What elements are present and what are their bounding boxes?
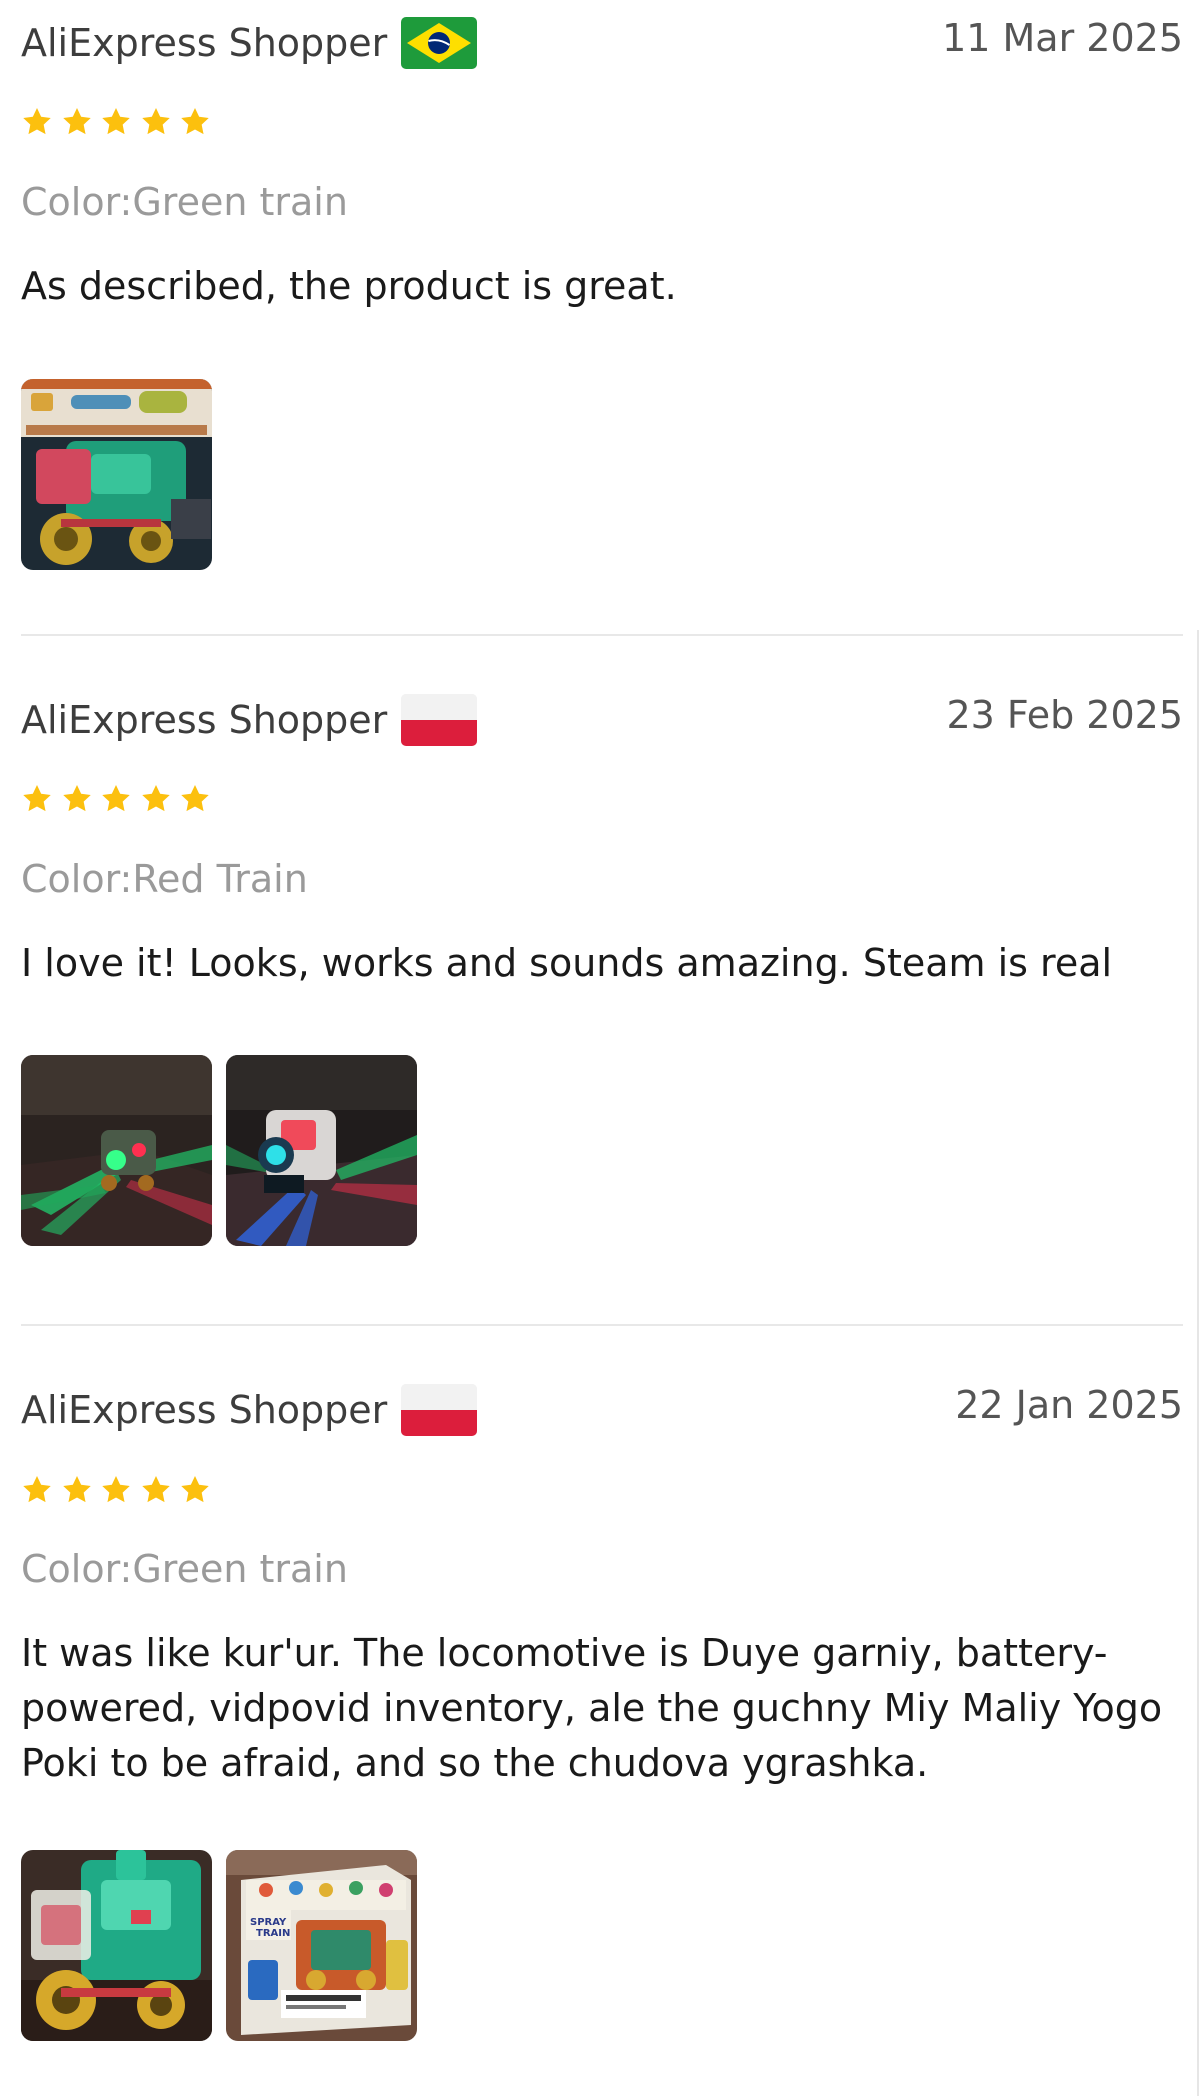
review-photo[interactable]: [226, 1055, 417, 1246]
review-divider: [21, 634, 1183, 636]
review-divider: [21, 1324, 1183, 1326]
review-text: I love it! Looks, works and sounds amazi…: [21, 941, 1113, 985]
star-rating: [21, 106, 219, 138]
review-photo[interactable]: [21, 1055, 212, 1246]
scrollbar-track[interactable]: [1197, 630, 1199, 2096]
reviewer-info: AliExpress Shopper: [21, 17, 478, 69]
review-photo[interactable]: [21, 379, 212, 570]
reviewer-info: AliExpress Shopper: [21, 1384, 478, 1436]
sku-info: Color:Red Train: [21, 857, 308, 901]
review-date: 22 Jan 2025: [955, 1383, 1183, 1427]
star-icon: [23, 108, 51, 135]
star-icon: [141, 1476, 170, 1503]
brazil-flag-icon: [401, 17, 478, 69]
star-icon: [102, 1476, 130, 1503]
review-photos: [21, 1055, 431, 1246]
review-text: It was like kur'ur. The locomotive is Du…: [21, 1631, 1163, 1785]
star-icon: [102, 785, 130, 812]
review-photos: SPRAY TRAIN: [21, 1850, 431, 2041]
reviewer-info: AliExpress Shopper: [21, 694, 478, 746]
poland-flag-icon: [401, 1384, 478, 1436]
svg-text:TRAIN: TRAIN: [256, 1928, 290, 1939]
sku-info: Color:Green train: [21, 180, 348, 224]
review-photos: [21, 379, 226, 570]
star-rating: [21, 1474, 219, 1506]
svg-text:SPRAY: SPRAY: [250, 1917, 287, 1928]
star-icon: [181, 785, 209, 812]
star-icon: [181, 1476, 209, 1503]
star-icon: [62, 785, 91, 812]
review-photo[interactable]: SPRAY TRAIN: [226, 1850, 417, 2041]
star-icon: [23, 785, 51, 812]
reviewer-name: AliExpress Shopper: [21, 21, 388, 65]
star-icon: [181, 108, 209, 135]
star-icon: [62, 1476, 91, 1503]
star-rating: [21, 783, 219, 815]
star-icon: [23, 1476, 51, 1503]
review-date: 11 Mar 2025: [942, 16, 1183, 60]
star-icon: [102, 108, 130, 135]
reviewer-name: AliExpress Shopper: [21, 698, 388, 742]
review-photo[interactable]: [21, 1850, 212, 2041]
sku-info: Color:Green train: [21, 1547, 348, 1591]
review-date: 23 Feb 2025: [946, 693, 1184, 737]
star-icon: [62, 108, 91, 135]
review-text: As described, the product is great.: [21, 264, 677, 308]
star-icon: [141, 785, 170, 812]
poland-flag-icon: [401, 694, 478, 746]
star-icon: [141, 108, 170, 135]
reviewer-name: AliExpress Shopper: [21, 1388, 388, 1432]
